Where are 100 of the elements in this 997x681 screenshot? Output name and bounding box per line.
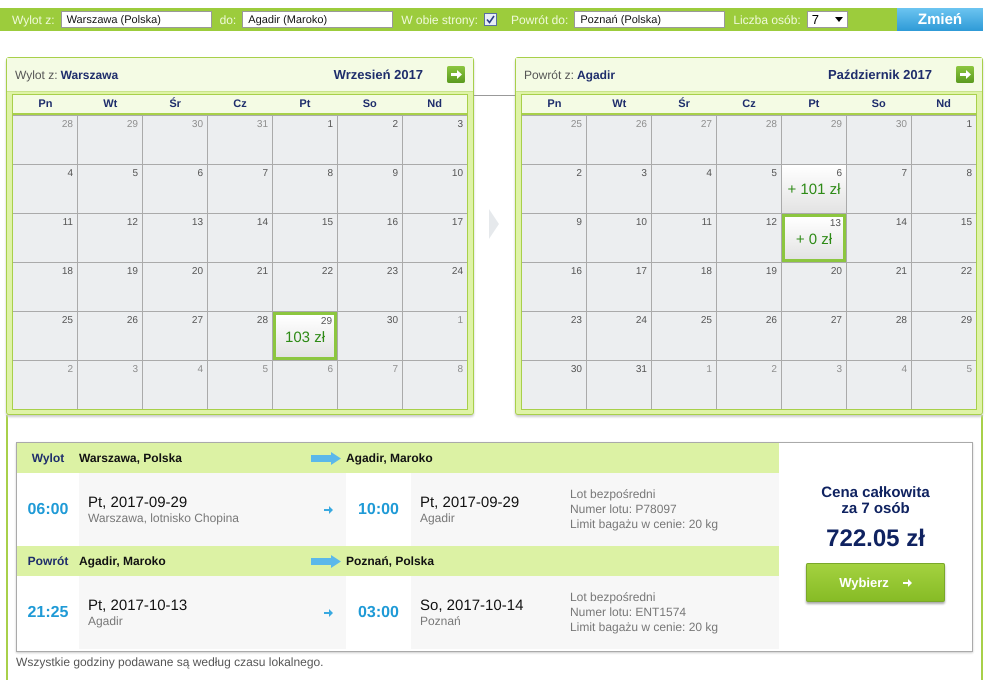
day-cell[interactable]: 7	[208, 165, 272, 213]
day-number: 11	[702, 217, 712, 228]
day-cell[interactable]: 28	[208, 312, 272, 360]
weekday-header: So	[362, 97, 378, 112]
day-cell[interactable]: 2	[338, 116, 402, 164]
day-cell[interactable]: 23	[338, 263, 402, 311]
day-cell[interactable]: 15	[912, 214, 976, 262]
day-cell[interactable]: 24	[403, 263, 468, 311]
day-number: 29	[960, 315, 972, 326]
day-cell[interactable]: 26	[78, 312, 142, 360]
day-number: 27	[700, 119, 712, 130]
destination-city: Poznań, Polska	[346, 554, 436, 568]
day-cell[interactable]: 26	[716, 312, 781, 360]
day-cell[interactable]: 3	[403, 116, 468, 164]
month-title: Wrzesień 2017	[334, 67, 424, 82]
day-number: 30	[386, 315, 398, 326]
return-field[interactable]: Poznań (Polska)	[574, 11, 726, 28]
day-cell[interactable]: 30	[522, 361, 586, 409]
day-cell[interactable]: 14	[208, 214, 272, 262]
day-cell[interactable]: 25	[13, 312, 77, 360]
day-cell[interactable]: 25	[652, 312, 716, 360]
day-cell[interactable]: 6	[143, 165, 208, 213]
day-number: 25	[570, 119, 582, 130]
day-cell[interactable]: 10	[403, 165, 468, 213]
day-number: 3	[132, 364, 138, 375]
day-number: 1	[966, 119, 972, 130]
day-number: 7	[392, 364, 398, 375]
day-cell[interactable]: 17	[403, 214, 468, 262]
round-trip-checkbox[interactable]	[484, 13, 497, 26]
arrow-icon	[324, 608, 333, 616]
day-cell[interactable]: 1	[912, 116, 976, 164]
day-number: 23	[386, 266, 398, 277]
day-cell[interactable]: 8	[273, 165, 338, 213]
day-cell[interactable]: 13 + 0 zł	[782, 214, 846, 262]
day-cell[interactable]: 20	[782, 263, 846, 311]
day-cell[interactable]: 11	[652, 214, 716, 262]
day-cell[interactable]: 11	[13, 214, 77, 262]
day-cell[interactable]: 29	[912, 312, 976, 360]
day-cell[interactable]: 29 103 zł	[273, 312, 338, 360]
day-cell[interactable]: 18	[13, 263, 77, 311]
day-number: 10	[452, 168, 464, 179]
day-cell[interactable]: 30	[338, 312, 402, 360]
day-cell[interactable]: 4	[13, 165, 77, 213]
day-cell[interactable]: 6 + 101 zł	[782, 165, 846, 213]
destination-city: Agadir, Maroko	[346, 451, 434, 465]
day-cell[interactable]: 16	[338, 214, 402, 262]
day-cell[interactable]: 4	[652, 165, 716, 213]
day-cell[interactable]: 21	[847, 263, 911, 311]
day-cell[interactable]: 5	[78, 165, 142, 213]
day-number: 7	[262, 168, 268, 179]
day-cell[interactable]: 16	[522, 263, 586, 311]
day-cell[interactable]: 31	[586, 361, 651, 409]
day-price: + 101 zł	[788, 181, 840, 198]
day-number: 12	[126, 217, 138, 228]
day-number: 22	[960, 266, 972, 277]
day-cell[interactable]: 19	[716, 263, 781, 311]
field-label: Powrót do:	[510, 12, 568, 26]
day-cell[interactable]: 10	[586, 214, 651, 262]
day-cell[interactable]: 22	[273, 263, 338, 311]
day-cell[interactable]: 2	[522, 165, 586, 213]
day-number: 14	[896, 217, 907, 228]
day-cell[interactable]: 8	[912, 165, 976, 213]
day-cell[interactable]: 24	[586, 312, 651, 360]
next-month-button[interactable]	[956, 66, 974, 83]
day-cell[interactable]: 18	[652, 263, 716, 311]
day-cell[interactable]: 19	[78, 263, 142, 311]
day-cell[interactable]: 9	[522, 214, 586, 262]
origin-field[interactable]: Warszawa (Polska)	[60, 11, 212, 28]
day-number: 23	[570, 315, 582, 326]
day-cell[interactable]: 1	[273, 116, 338, 164]
next-month-button[interactable]	[447, 66, 466, 83]
day-cell[interactable]: 23	[522, 312, 586, 360]
price-title: Cena całkowita	[821, 485, 930, 501]
day-cell[interactable]: 20	[143, 263, 208, 311]
persons-select[interactable]: 7	[806, 11, 848, 28]
day-number: 2	[771, 364, 777, 375]
day-number: 5	[132, 168, 138, 179]
day-cell[interactable]: 13	[143, 214, 208, 262]
day-cell[interactable]: 27	[143, 312, 208, 360]
destination-field[interactable]: Agadir (Maroko)	[242, 11, 394, 28]
day-cell[interactable]: 17	[586, 263, 651, 311]
day-number: 18	[62, 266, 73, 277]
day-cell[interactable]: 9	[338, 165, 402, 213]
arrival-place: Poznań	[420, 614, 462, 628]
day-cell[interactable]: 7	[847, 165, 911, 213]
day-cell[interactable]: 15	[273, 214, 338, 262]
day-number: 10	[636, 217, 647, 228]
day-cell[interactable]: 27	[782, 312, 846, 360]
day-cell[interactable]: 12	[78, 214, 142, 262]
day-number: 6	[197, 168, 204, 179]
weekday-header: Nd	[426, 97, 443, 112]
day-cell[interactable]: 22	[912, 263, 976, 311]
day-cell[interactable]: 28	[847, 312, 911, 360]
day-cell[interactable]: 14	[847, 214, 911, 262]
day-cell[interactable]: 21	[208, 263, 272, 311]
day-cell[interactable]: 5	[716, 165, 781, 213]
arrow-icon	[324, 506, 333, 514]
direction-arrow-icon	[311, 554, 341, 568]
day-cell[interactable]: 12	[716, 214, 781, 262]
day-cell[interactable]: 3	[586, 165, 651, 213]
